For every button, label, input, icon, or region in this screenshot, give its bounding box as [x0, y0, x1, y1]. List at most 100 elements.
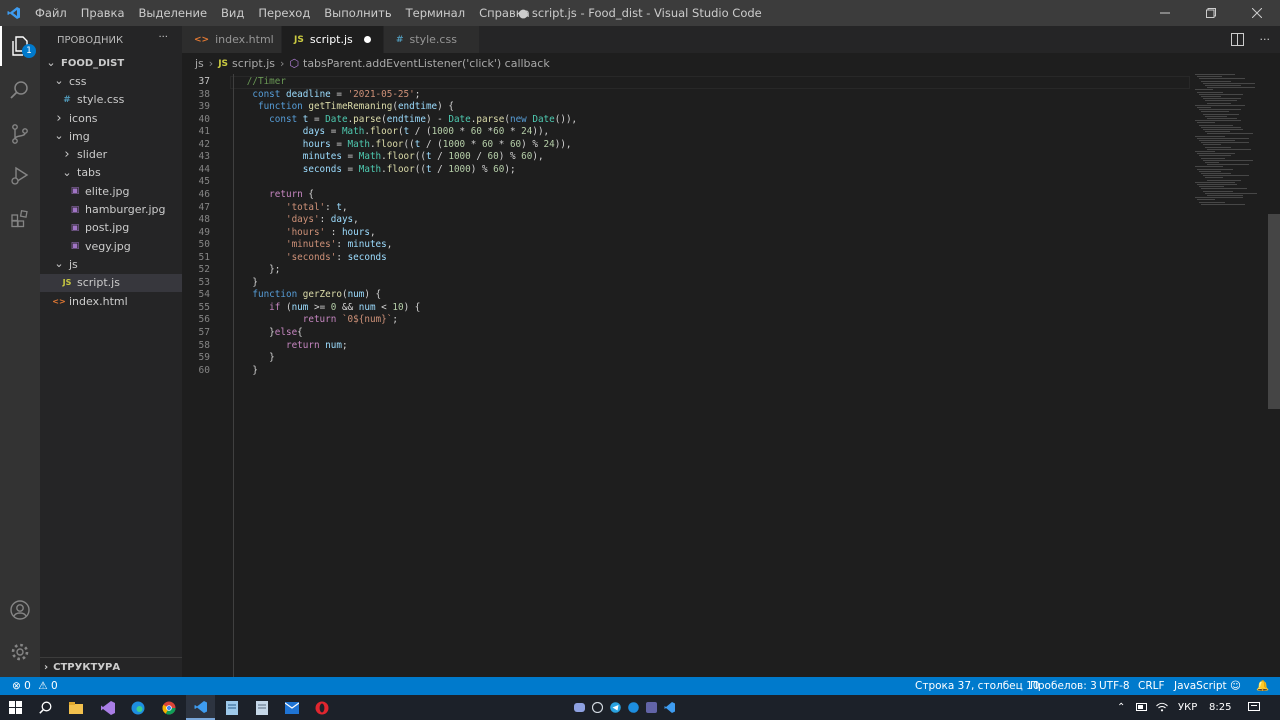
taskbar-search-button[interactable]	[31, 695, 59, 720]
documents-app[interactable]	[248, 695, 276, 720]
chrome-app[interactable]	[155, 695, 183, 720]
minimap[interactable]	[1192, 74, 1267, 214]
tab-style-css[interactable]: # style.css	[384, 26, 480, 53]
notepad-app[interactable]	[218, 695, 246, 720]
tree-folder[interactable]: › icons	[40, 109, 182, 127]
vertical-scrollbar[interactable]	[1268, 214, 1280, 409]
code-line[interactable]: 'seconds': seconds	[230, 252, 387, 265]
tree-folder[interactable]: ⌄ tabs	[40, 164, 182, 182]
menu-item[interactable]: Вид	[214, 0, 251, 26]
code-line[interactable]: seconds = Math.floor((t / 1000) % 60);	[230, 164, 516, 177]
code-line[interactable]: }	[230, 277, 258, 290]
feedback-icon[interactable]: ☺	[1230, 677, 1241, 695]
tab-script-js[interactable]: JS script.js	[282, 26, 384, 53]
vscode-tray-icon[interactable]	[662, 695, 676, 720]
wifi-icon[interactable]	[1156, 695, 1168, 720]
code-line[interactable]: function gerZero(num) {	[230, 289, 381, 302]
run-debug-button[interactable]	[0, 156, 40, 196]
steam-tray-icon[interactable]	[590, 695, 604, 720]
file-explorer-app[interactable]	[62, 695, 90, 720]
telegram-tray-icon[interactable]	[608, 695, 622, 720]
breadcrumb-folder[interactable]: js	[195, 57, 204, 70]
teams-tray-icon[interactable]	[644, 695, 658, 720]
breadcrumb-file[interactable]: script.js	[232, 57, 275, 70]
tree-file[interactable]: ▣ hamburger.jpg	[40, 200, 182, 218]
problems-indicator[interactable]: ⊗ 0 ⚠ 0	[12, 677, 58, 695]
code-line[interactable]: days = Math.floor(t / (1000 * 60 *60 * 2…	[230, 126, 549, 139]
breadcrumb-symbol[interactable]: tabsParent.addEventListener('click') cal…	[303, 57, 550, 70]
tree-folder[interactable]: ⌄ js	[40, 255, 182, 273]
tree-folder[interactable]: ⌄ FOOD_DIST	[40, 54, 182, 72]
tree-folder[interactable]: › slider	[40, 145, 182, 163]
code-line[interactable]: if (num >= 0 && num < 10) {	[230, 302, 420, 315]
manage-button[interactable]	[0, 632, 40, 672]
notifications-bell-icon[interactable]: 🔔	[1256, 677, 1269, 695]
code-line[interactable]: return {	[230, 189, 314, 202]
code-editor[interactable]: 37 38 39 40 41 42 43 44 45 46 47 48 49 50 51 52 53 54 55 56…	[182, 74, 1280, 677]
source-control-button[interactable]	[0, 114, 40, 154]
close-button[interactable]	[1234, 0, 1280, 26]
code-line[interactable]: 'minutes': minutes,	[230, 239, 392, 252]
code-line[interactable]: //Timer	[230, 76, 286, 89]
menu-item[interactable]: Правка	[74, 0, 132, 26]
chevron-up-icon[interactable]: ⌃	[1117, 695, 1125, 720]
discord-tray-icon[interactable]	[572, 695, 586, 720]
menu-item[interactable]: Файл	[28, 0, 74, 26]
start-button[interactable]	[0, 695, 30, 720]
menu-item[interactable]: Переход	[251, 0, 317, 26]
code-line[interactable]: }else{	[230, 327, 303, 340]
menu-item[interactable]: Терминал	[399, 0, 472, 26]
maximize-button[interactable]	[1188, 0, 1234, 26]
code-line[interactable]: 'total': t,	[230, 202, 348, 215]
opera-app[interactable]	[308, 695, 336, 720]
tree-file[interactable]: JS script.js	[40, 273, 182, 292]
vscode-app[interactable]	[186, 695, 215, 720]
code-line[interactable]: }	[230, 352, 275, 365]
encoding[interactable]: UTF-8	[1099, 677, 1130, 695]
menu-item[interactable]: Справка	[472, 0, 537, 26]
outline-section[interactable]: › СТРУКТУРА	[40, 657, 182, 677]
battery-icon[interactable]	[1136, 695, 1148, 720]
tree-file[interactable]: ▣ post.jpg	[40, 219, 182, 237]
search-button[interactable]	[0, 70, 40, 110]
tab-index-html[interactable]: <> index.html	[182, 26, 282, 53]
keyboard-language[interactable]: УКР	[1178, 695, 1197, 720]
accounts-button[interactable]	[0, 590, 40, 630]
tree-folder[interactable]: ⌄ img	[40, 127, 182, 145]
code-line[interactable]: minutes = Math.floor((t / 1000 / 60) % 6…	[230, 151, 544, 164]
code-line[interactable]: }	[230, 365, 258, 378]
line-ending[interactable]: CRLF	[1138, 677, 1165, 695]
unsaved-dot-icon[interactable]	[364, 36, 371, 43]
notifications-icon[interactable]	[1248, 695, 1260, 720]
tree-file[interactable]: ▣ vegy.jpg	[40, 237, 182, 255]
mail-app[interactable]	[278, 695, 306, 720]
edge-app[interactable]	[124, 695, 152, 720]
menu-item[interactable]: Выполнить	[317, 0, 398, 26]
more-actions-icon[interactable]: ···	[158, 32, 168, 43]
indentation[interactable]: Пробелов: 3	[1030, 677, 1097, 695]
tree-file[interactable]: ▣ elite.jpg	[40, 182, 182, 200]
code-line[interactable]: 'days': days,	[230, 214, 359, 227]
edge-tray-icon[interactable]	[626, 695, 640, 720]
cursor-position[interactable]: Строка 37, столбец 10	[915, 677, 1040, 695]
code-line[interactable]: 'hours' : hours,	[230, 227, 376, 240]
code-line[interactable]: const deadline = '2021-05-25';	[230, 89, 420, 102]
code-area[interactable]: //Timer const deadline = '2021-05-25'; f…	[230, 74, 1190, 677]
more-actions-icon[interactable]: ···	[1260, 33, 1271, 46]
code-line[interactable]: return `0${num}`;	[230, 314, 398, 327]
tree-file[interactable]: # style.css	[40, 91, 182, 109]
split-editor-icon[interactable]	[1230, 33, 1244, 46]
extensions-button[interactable]	[0, 198, 40, 238]
tree-folder[interactable]: ⌄ css	[40, 72, 182, 90]
code-line[interactable]: function getTimeRemaning(endtime) {	[230, 101, 454, 114]
explorer-button[interactable]: 1	[0, 26, 40, 66]
minimize-button[interactable]	[1142, 0, 1188, 26]
clock[interactable]: 8:25	[1209, 695, 1231, 720]
visual-studio-app[interactable]	[94, 695, 122, 720]
tree-file[interactable]: <> index.html	[40, 292, 182, 310]
code-line[interactable]: };	[230, 264, 280, 277]
menu-item[interactable]: Выделение	[132, 0, 215, 26]
language-mode[interactable]: JavaScript	[1174, 677, 1227, 695]
code-line[interactable]: const t = Date.parse(endtime) - Date.par…	[230, 114, 577, 127]
code-line[interactable]: hours = Math.floor((t / (1000 * 60 * 60)…	[230, 139, 572, 152]
